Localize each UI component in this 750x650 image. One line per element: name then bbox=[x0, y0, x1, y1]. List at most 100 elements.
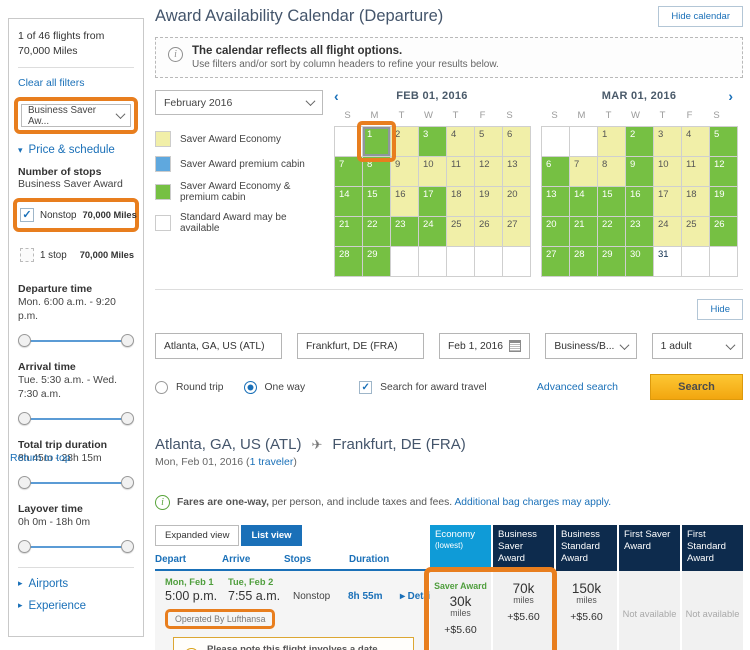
hide-search-button[interactable]: Hide bbox=[697, 299, 743, 320]
calendar-day-19[interactable]: 19 bbox=[475, 187, 502, 216]
slider-handle-right[interactable] bbox=[121, 476, 134, 489]
calendar-day-16[interactable]: 16 bbox=[391, 187, 418, 216]
advanced-search-link[interactable]: Advanced search bbox=[537, 381, 618, 393]
traveler-count-link[interactable]: 1 traveler bbox=[250, 456, 294, 468]
date-input[interactable]: Feb 1, 2016 bbox=[439, 333, 530, 359]
cabin-header-business-standard-award[interactable]: Business Standard Award bbox=[556, 525, 617, 571]
slider-handle-right[interactable] bbox=[121, 412, 134, 425]
calendar-day-22[interactable]: 22 bbox=[598, 217, 625, 246]
calendar-day-4[interactable]: 4 bbox=[447, 127, 474, 156]
one-way-radio[interactable] bbox=[244, 381, 257, 394]
calendar-day-13[interactable]: 13 bbox=[503, 157, 530, 186]
calendar-day-15[interactable]: 15 bbox=[598, 187, 625, 216]
calendar-day-2[interactable]: 2 bbox=[391, 127, 418, 156]
sidebar-section-experience[interactable]: ▸Experience bbox=[18, 600, 134, 612]
calendar-day-5[interactable]: 5 bbox=[475, 127, 502, 156]
price-schedule-toggle[interactable]: ▾ Price & schedule bbox=[18, 144, 134, 156]
calendar-day-26[interactable]: 26 bbox=[710, 217, 737, 246]
stop-checkbox[interactable] bbox=[20, 248, 34, 262]
slider-track[interactable] bbox=[23, 476, 129, 489]
calendar-day-25[interactable]: 25 bbox=[682, 217, 709, 246]
sidebar-section-airports[interactable]: ▸Airports bbox=[18, 578, 134, 590]
search-button[interactable]: Search bbox=[650, 374, 743, 400]
cabin-header-business-saver-award[interactable]: Business Saver Award bbox=[493, 525, 554, 571]
calendar-day-6[interactable]: 6 bbox=[503, 127, 530, 156]
slider-track[interactable] bbox=[23, 412, 129, 425]
sort-column-arrive[interactable]: Arrive bbox=[222, 554, 284, 565]
calendar-day-14[interactable]: 14 bbox=[570, 187, 597, 216]
cabin-header-first-saver-award[interactable]: First Saver Award bbox=[619, 525, 680, 571]
calendar-day-20[interactable]: 20 bbox=[542, 217, 569, 246]
calendar-day-16[interactable]: 16 bbox=[626, 187, 653, 216]
calendar-day-2[interactable]: 2 bbox=[626, 127, 653, 156]
calendar-day-10[interactable]: 10 bbox=[654, 157, 681, 186]
calendar-day-24[interactable]: 24 bbox=[419, 217, 446, 246]
slider-handle-left[interactable] bbox=[18, 476, 31, 489]
cabin-select[interactable]: Business/B... bbox=[545, 333, 636, 359]
return-to-top-link[interactable]: Return to top bbox=[10, 452, 71, 464]
calendar-day-29[interactable]: 29 bbox=[598, 247, 625, 276]
cabin-header-economy[interactable]: Economy(lowest) bbox=[430, 525, 491, 571]
calendar-day-12[interactable]: 12 bbox=[475, 157, 502, 186]
slider-track[interactable] bbox=[23, 540, 129, 553]
calendar-day-25[interactable]: 25 bbox=[447, 217, 474, 246]
calendar-day-9[interactable]: 9 bbox=[391, 157, 418, 186]
cabin-header-first-standard-award[interactable]: First Standard Award bbox=[682, 525, 743, 571]
calendar-day-8[interactable]: 8 bbox=[363, 157, 390, 186]
stop-checkbox[interactable]: ✓ bbox=[20, 208, 34, 222]
calendar-day-6[interactable]: 6 bbox=[542, 157, 569, 186]
calendar-day-23[interactable]: 23 bbox=[626, 217, 653, 246]
calendar-day-3[interactable]: 3 bbox=[654, 127, 681, 156]
calendar-day-22[interactable]: 22 bbox=[363, 217, 390, 246]
award-type-dropdown[interactable]: Business Saver Aw... bbox=[21, 104, 131, 127]
calendar-day-30[interactable]: 30 bbox=[626, 247, 653, 276]
calendar-day-3[interactable]: 3 bbox=[419, 127, 446, 156]
calendar-prev-icon[interactable]: ‹ bbox=[334, 88, 339, 104]
price-cell[interactable]: Saver Award30kmiles+$5.60 bbox=[430, 571, 491, 650]
calendar-day-26[interactable]: 26 bbox=[475, 217, 502, 246]
calendar-day-7[interactable]: 7 bbox=[335, 157, 362, 186]
round-trip-radio[interactable] bbox=[155, 381, 168, 394]
expanded-view-button[interactable]: Expanded view bbox=[155, 525, 239, 546]
calendar-day-31[interactable]: 31 bbox=[654, 247, 681, 276]
calendar-day-28[interactable]: 28 bbox=[570, 247, 597, 276]
travelers-select[interactable]: 1 adult bbox=[652, 333, 743, 359]
destination-input[interactable]: Frankfurt, DE (FRA) bbox=[297, 333, 424, 359]
calendar-day-11[interactable]: 11 bbox=[682, 157, 709, 186]
sort-column-stops[interactable]: Stops bbox=[284, 554, 349, 565]
calendar-day-29[interactable]: 29 bbox=[363, 247, 390, 276]
calendar-day-23[interactable]: 23 bbox=[391, 217, 418, 246]
sort-column-duration[interactable]: Duration bbox=[349, 554, 389, 565]
calendar-day-18[interactable]: 18 bbox=[682, 187, 709, 216]
slider-track[interactable] bbox=[23, 334, 129, 347]
slider-handle-left[interactable] bbox=[18, 334, 31, 347]
calendar-day-12[interactable]: 12 bbox=[710, 157, 737, 186]
slider-handle-right[interactable] bbox=[121, 540, 134, 553]
calendar-day-13[interactable]: 13 bbox=[542, 187, 569, 216]
calendar-day-15[interactable]: 15 bbox=[363, 187, 390, 216]
list-view-button[interactable]: List view bbox=[241, 525, 301, 546]
calendar-day-4[interactable]: 4 bbox=[682, 127, 709, 156]
calendar-day-11[interactable]: 11 bbox=[447, 157, 474, 186]
flight-duration[interactable]: 8h 55m bbox=[348, 577, 400, 603]
slider-handle-left[interactable] bbox=[18, 412, 31, 425]
calendar-day-5[interactable]: 5 bbox=[710, 127, 737, 156]
price-cell[interactable]: 150kmiles+$5.60 bbox=[556, 571, 617, 650]
origin-input[interactable]: Atlanta, GA, US (ATL) bbox=[155, 333, 282, 359]
calendar-day-27[interactable]: 27 bbox=[503, 217, 530, 246]
clear-all-filters-link[interactable]: Clear all filters bbox=[18, 77, 85, 89]
sort-column-depart[interactable]: Depart bbox=[155, 554, 222, 565]
calendar-day-8[interactable]: 8 bbox=[598, 157, 625, 186]
calendar-day-14[interactable]: 14 bbox=[335, 187, 362, 216]
calendar-day-28[interactable]: 28 bbox=[335, 247, 362, 276]
calendar-day-9[interactable]: 9 bbox=[626, 157, 653, 186]
calendar-day-27[interactable]: 27 bbox=[542, 247, 569, 276]
price-cell[interactable]: 70kmiles+$5.60 bbox=[493, 571, 554, 650]
calendar-day-24[interactable]: 24 bbox=[654, 217, 681, 246]
calendar-next-icon[interactable]: › bbox=[728, 88, 733, 104]
bag-charges-link[interactable]: Additional bag charges may apply. bbox=[454, 497, 611, 508]
calendar-day-21[interactable]: 21 bbox=[335, 217, 362, 246]
calendar-day-17[interactable]: 17 bbox=[419, 187, 446, 216]
month-dropdown[interactable]: February 2016 bbox=[155, 90, 323, 115]
slider-handle-left[interactable] bbox=[18, 540, 31, 553]
